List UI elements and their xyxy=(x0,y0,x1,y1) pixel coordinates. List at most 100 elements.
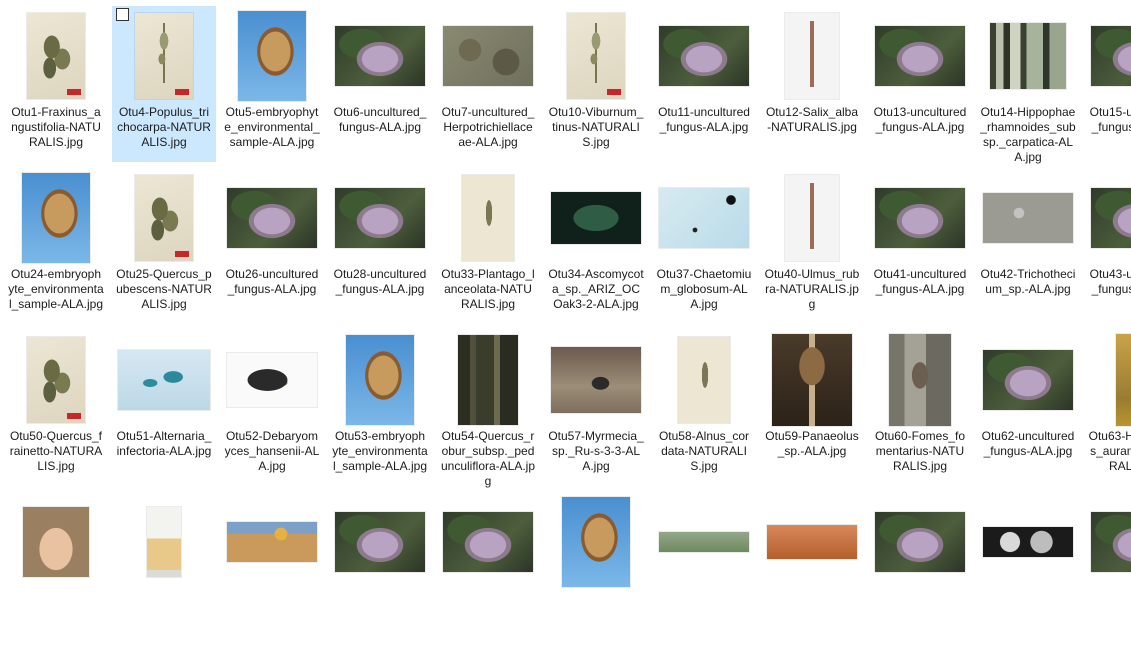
file-item[interactable]: Otu52-Debaryomyces_hansenii-ALA.jpg xyxy=(220,330,324,486)
file-thumbnail xyxy=(135,13,193,99)
file-item[interactable]: Otu15-uncultured_fungus-ALA.jpg xyxy=(1084,6,1131,162)
file-thumbnail xyxy=(785,13,839,99)
file-thumbnail xyxy=(567,13,625,99)
file-item[interactable]: Otu54-Quercus_robur_subsp._pedunculiflor… xyxy=(436,330,540,488)
thumbnail-frame xyxy=(328,10,432,102)
file-name: Otu28-uncultured_fungus-ALA.jpg xyxy=(333,267,427,296)
file-item[interactable]: Otu12-Salix_alba-NATURALIS.jpg xyxy=(760,6,864,162)
file-thumbnail xyxy=(462,175,514,261)
thumbnail-frame xyxy=(436,334,540,426)
file-name: Otu51-Alternaria_infectoria-ALA.jpg xyxy=(116,429,212,458)
file-item[interactable]: Otu43-uncultured_fungus-ALA.jpg xyxy=(1084,168,1131,324)
thumbnail-frame xyxy=(220,496,324,588)
file-item[interactable]: Otu58-Alnus_cordata-NATURALIS.jpg xyxy=(652,330,756,486)
file-item[interactable]: Otu53-embryophyte_environmental_sample-A… xyxy=(328,330,432,486)
file-name: Otu60-Fomes_fomentarius-NATURALIS.jpg xyxy=(874,429,966,473)
file-thumbnail xyxy=(678,337,730,423)
file-item[interactable]: Otu50-Quercus_frainetto-NATURALIS.jpg xyxy=(4,330,108,486)
file-name: Otu12-Salix_alba-NATURALIS.jpg xyxy=(765,105,859,134)
file-item[interactable]: Otu5-embryophyte_environmental_sample-AL… xyxy=(220,6,324,162)
file-item[interactable]: Otu60-Fomes_fomentarius-NATURALIS.jpg xyxy=(868,330,972,486)
file-name: Otu59-Panaeolus_sp.-ALA.jpg xyxy=(765,429,859,458)
file-item[interactable]: Otu63-Hippophaes_aurantia-NATURALIS.jpg xyxy=(1084,330,1131,486)
file-item[interactable] xyxy=(868,492,972,648)
file-thumbnail xyxy=(659,188,749,248)
file-thumbnail xyxy=(983,193,1073,243)
file-item[interactable]: Otu28-uncultured_fungus-ALA.jpg xyxy=(328,168,432,324)
file-item[interactable] xyxy=(544,492,648,648)
file-item[interactable] xyxy=(652,492,756,648)
file-item[interactable]: Otu62-uncultured_fungus-ALA.jpg xyxy=(976,330,1080,486)
file-thumbnail xyxy=(227,188,317,248)
file-item[interactable] xyxy=(436,492,540,648)
file-item[interactable]: Otu13-uncultured_fungus-ALA.jpg xyxy=(868,6,972,162)
file-item[interactable]: Otu6-uncultured_fungus-ALA.jpg xyxy=(328,6,432,162)
file-thumbnail xyxy=(551,347,641,413)
file-thumbnail xyxy=(1091,26,1131,86)
file-name: Otu10-Viburnum_tinus-NATURALIS.jpg xyxy=(548,105,644,149)
file-item[interactable]: Otu11-uncultured_fungus-ALA.jpg xyxy=(652,6,756,162)
file-name: Otu50-Quercus_frainetto-NATURALIS.jpg xyxy=(9,429,103,473)
file-item[interactable]: Otu34-Ascomycota_sp._ARIZ_OCOak3-2-ALA.j… xyxy=(544,168,648,324)
file-item[interactable]: Otu7-uncultured_Herpotrichiellaceae-ALA.… xyxy=(436,6,540,162)
thumbnail-frame xyxy=(1084,334,1131,426)
file-name: Otu62-uncultured_fungus-ALA.jpg xyxy=(981,429,1075,458)
file-item[interactable] xyxy=(328,492,432,648)
file-item[interactable] xyxy=(112,492,216,648)
file-thumbnail xyxy=(983,527,1073,557)
file-thumbnail xyxy=(118,350,210,410)
file-thumbnail xyxy=(27,337,85,423)
thumbnail-frame xyxy=(4,172,108,264)
thumbnail-frame xyxy=(652,10,756,102)
file-item[interactable] xyxy=(976,492,1080,648)
file-item[interactable]: Otu24-embryophyte_environmental_sample-A… xyxy=(4,168,108,324)
file-thumbnail xyxy=(1091,512,1131,572)
thumbnail-frame xyxy=(112,172,216,264)
file-item[interactable]: Otu10-Viburnum_tinus-NATURALIS.jpg xyxy=(544,6,648,162)
thumbnail-frame xyxy=(760,10,864,102)
file-item[interactable]: Otu1-Fraxinus_angustifolia-NATURALIS.jpg xyxy=(4,6,108,162)
file-item[interactable] xyxy=(760,492,864,648)
file-thumbnail xyxy=(346,335,414,425)
file-thumbnail xyxy=(875,512,965,572)
file-item[interactable]: Otu42-Trichothecium_sp.-ALA.jpg xyxy=(976,168,1080,324)
file-thumbnail xyxy=(135,175,193,261)
file-name: Otu34-Ascomycota_sp._ARIZ_OCOak3-2-ALA.j… xyxy=(548,267,644,311)
thumbnail-frame xyxy=(868,172,972,264)
file-thumbnail xyxy=(551,192,641,244)
file-item[interactable]: Otu26-uncultured_fungus-ALA.jpg xyxy=(220,168,324,324)
file-item[interactable] xyxy=(4,492,108,648)
thumbnail-frame xyxy=(652,334,756,426)
file-name: Otu24-embryophyte_environmental_sample-A… xyxy=(8,267,104,311)
file-item[interactable]: Otu25-Quercus_pubescens-NATURALIS.jpg xyxy=(112,168,216,324)
file-item[interactable]: Otu40-Ulmus_rubra-NATURALIS.jpg xyxy=(760,168,864,324)
thumbnail-frame xyxy=(760,496,864,588)
thumbnail-frame xyxy=(544,496,648,588)
file-item[interactable] xyxy=(1084,492,1131,648)
file-thumbnail xyxy=(983,350,1073,410)
thumbnail-frame xyxy=(328,334,432,426)
file-item[interactable]: Otu4-Populus_trichocarpa-NATURALIS.jpg xyxy=(112,6,216,162)
file-thumbnail xyxy=(147,507,181,577)
file-item[interactable]: Otu59-Panaeolus_sp.-ALA.jpg xyxy=(760,330,864,486)
thumbnail-frame xyxy=(220,10,324,102)
file-thumbnail xyxy=(335,512,425,572)
file-name: Otu37-Chaetomium_globosum-ALA.jpg xyxy=(656,267,752,311)
file-item[interactable]: Otu37-Chaetomium_globosum-ALA.jpg xyxy=(652,168,756,324)
thumbnail-frame xyxy=(436,496,540,588)
thumbnail-frame xyxy=(544,10,648,102)
thumbnail-frame xyxy=(328,496,432,588)
file-item[interactable]: Otu51-Alternaria_infectoria-ALA.jpg xyxy=(112,330,216,486)
file-item[interactable] xyxy=(220,492,324,648)
file-item[interactable]: Otu57-Myrmecia_sp._Ru-s-3-3-ALA.jpg xyxy=(544,330,648,486)
thumbnail-frame xyxy=(760,172,864,264)
file-item[interactable]: Otu33-Plantago_lanceolata-NATURALIS.jpg xyxy=(436,168,540,324)
thumbnail-frame xyxy=(220,172,324,264)
file-thumbnail xyxy=(23,507,89,577)
file-item[interactable]: Otu14-Hippophae_rhamnoides_subsp._carpat… xyxy=(976,6,1080,164)
thumbnail-frame xyxy=(4,10,108,102)
file-thumbnail xyxy=(443,26,533,86)
file-item[interactable]: Otu41-uncultured_fungus-ALA.jpg xyxy=(868,168,972,324)
file-thumbnail xyxy=(335,26,425,86)
thumbnail-frame xyxy=(4,496,108,588)
